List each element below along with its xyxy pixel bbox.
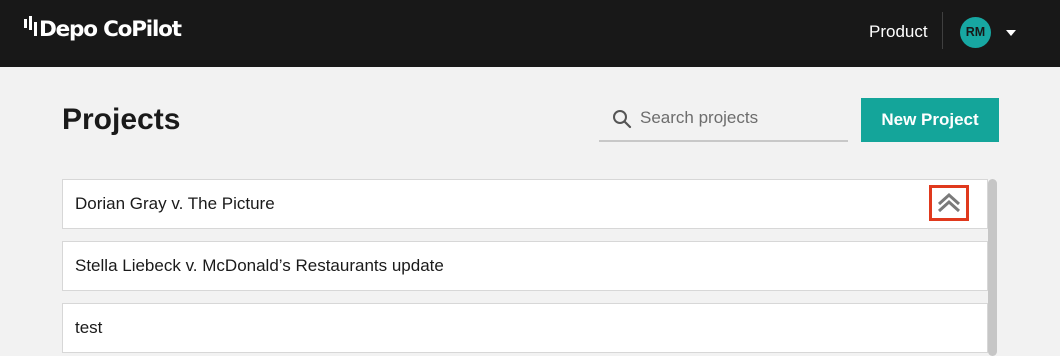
project-name: Stella Liebeck v. McDonald’s Restaurants… [75,256,444,275]
scrollbar-thumb[interactable] [988,179,997,356]
nav-divider [942,12,943,49]
caret-down-icon[interactable] [1006,30,1016,36]
app-logo[interactable]: Depo CoPilot [24,16,182,46]
double-chevron-up-icon [937,192,961,213]
user-avatar[interactable]: RM [960,17,991,48]
top-navigation-bar: Depo CoPilot Product RM [0,0,1060,67]
logo-mark-icon [24,16,39,40]
search-icon [613,110,632,129]
brand-name: Depo CoPilot [39,17,182,42]
page-title: Projects [62,103,181,136]
project-row[interactable]: Stella Liebeck v. McDonald’s Restaurants… [62,241,988,291]
project-name: test [75,318,103,337]
search-input[interactable] [640,105,840,131]
new-project-button[interactable]: New Project [861,98,999,142]
search-box [599,99,848,142]
nav-product-link[interactable]: Product [869,22,928,42]
project-row[interactable]: test [62,303,988,353]
project-name: Dorian Gray v. The Picture [75,194,275,213]
project-row[interactable]: Dorian Gray v. The Picture [62,179,988,229]
collapse-button[interactable] [929,185,969,221]
